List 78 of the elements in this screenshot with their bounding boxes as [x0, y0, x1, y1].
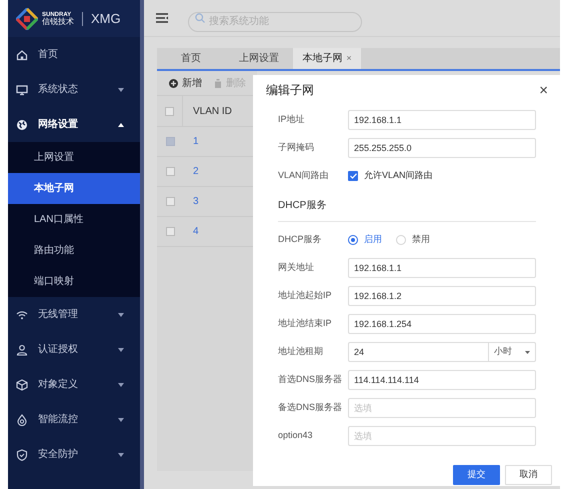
menu-icon[interactable] — [156, 13, 168, 23]
close-button[interactable]: × — [539, 82, 548, 98]
sidebar-item[interactable]: 认证授权 — [8, 332, 140, 367]
globe-icon — [16, 118, 28, 130]
radio-label: 启用 — [364, 233, 382, 246]
cube-icon — [16, 378, 28, 390]
section-heading: DHCP服务 — [278, 199, 326, 213]
field-label: DHCP服务 — [278, 233, 323, 246]
field-label: VLAN间路由 — [278, 169, 330, 182]
submenu-item[interactable]: 上网设置 — [8, 142, 140, 173]
check-icon — [350, 173, 356, 179]
radio-label: 禁用 — [412, 233, 430, 246]
column-header: VLAN ID — [192, 104, 232, 118]
input-field[interactable]: 选填 — [348, 398, 536, 418]
user-icon — [16, 344, 28, 356]
radio-button[interactable] — [348, 235, 358, 245]
sidebar-item[interactable]: 无线管理 — [8, 297, 140, 332]
dialog-title: 编辑子网 — [266, 82, 314, 99]
sidebar-item[interactable]: 系统状态 — [8, 72, 140, 107]
sidebar-item[interactable]: 网络设置 — [8, 107, 140, 142]
tab[interactable]: 上网设置 — [225, 48, 293, 69]
brand-subtitle: 信锐技术 — [42, 18, 74, 26]
submenu-item[interactable]: 端口映射 — [8, 266, 140, 297]
caret-down-icon — [118, 452, 124, 456]
caret-down-icon — [118, 312, 124, 316]
checkbox-label: 允许VLAN间路由 — [364, 169, 433, 182]
home-icon — [16, 48, 28, 60]
caret-down-icon — [118, 348, 124, 352]
input-field[interactable]: 选填 — [348, 426, 536, 446]
field-label: 子网掩码 — [278, 141, 315, 154]
field-label: IP地址 — [278, 113, 306, 126]
field-label: 地址池租期 — [278, 345, 324, 358]
plus-icon — [169, 78, 178, 88]
input-field[interactable]: 192.168.1.2 — [348, 286, 536, 306]
drop-icon — [16, 414, 28, 426]
sidebar-item[interactable]: 智能流控 — [8, 402, 140, 437]
trash-icon — [214, 78, 222, 88]
unit-dropdown[interactable]: 小时 — [489, 342, 536, 362]
input-field[interactable]: 114.114.114.114 — [348, 370, 536, 390]
caret-down-icon — [525, 350, 530, 354]
input-field[interactable]: 192.168.1.1 — [348, 258, 536, 278]
submenu-item[interactable]: 路由功能 — [8, 235, 140, 266]
checkbox[interactable] — [165, 106, 174, 116]
shield-icon — [16, 448, 28, 460]
submenu-item[interactable]: 本地子网 — [8, 173, 140, 204]
sidebar-item[interactable]: 对象定义 — [8, 367, 140, 402]
checkbox[interactable] — [166, 167, 174, 176]
field-label: 地址池结束IP — [278, 317, 333, 330]
close-tab-button[interactable]: × — [346, 52, 352, 66]
caret-down-icon — [118, 88, 124, 92]
input-field[interactable]: 192.168.1.1 — [348, 110, 536, 130]
sidebar-item[interactable]: 安全防护 — [8, 437, 140, 472]
add-button[interactable]: 新增 — [169, 76, 202, 90]
field-label: 地址池起始IP — [278, 289, 333, 302]
input-field[interactable]: 24 — [348, 342, 489, 362]
field-label: 网关地址 — [278, 261, 315, 274]
field-label: option43 — [278, 429, 314, 442]
search-icon — [195, 13, 205, 23]
input-field[interactable]: 192.168.1.254 — [348, 314, 536, 334]
field-label: 备选DNS服务器 — [278, 401, 344, 414]
sidebar-item[interactable]: 首页 — [8, 37, 140, 72]
wifi-icon — [16, 308, 28, 320]
checkbox[interactable] — [348, 171, 358, 181]
submit-button[interactable]: 提交 — [453, 465, 500, 485]
caret-down-icon — [118, 382, 124, 386]
checkbox[interactable] — [166, 227, 174, 236]
tab[interactable]: 本地子网 × — [293, 48, 361, 69]
tab[interactable]: 首页 — [157, 48, 225, 69]
caret-up-icon — [118, 122, 124, 126]
monitor-icon — [16, 84, 28, 96]
logo-icon — [16, 8, 38, 30]
checkbox[interactable] — [166, 197, 174, 206]
product-name: XMG — [91, 10, 121, 28]
cancel-button[interactable]: 取消 — [505, 465, 552, 485]
submenu-item[interactable]: LAN口属性 — [8, 204, 140, 235]
field-label: 首选DNS服务器 — [278, 373, 344, 386]
input-field[interactable]: 255.255.255.0 — [348, 138, 536, 158]
caret-down-icon — [118, 418, 124, 422]
